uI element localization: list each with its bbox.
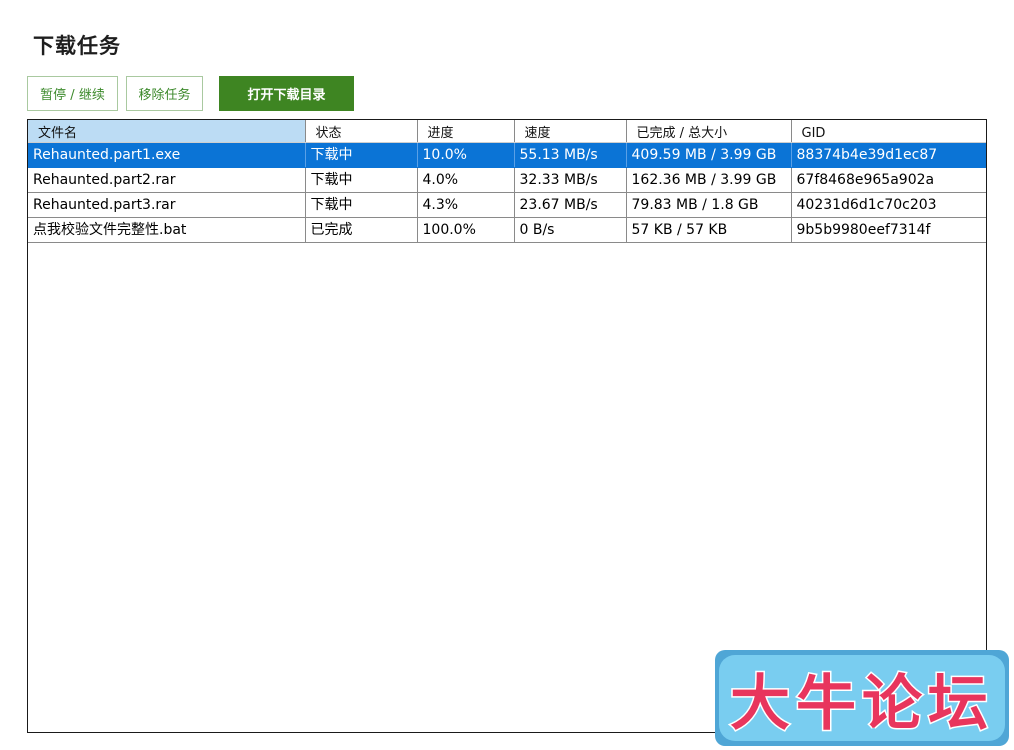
column-header-size[interactable]: 已完成 / 总大小 [626,120,792,143]
column-header-filename[interactable]: 文件名 [28,120,306,143]
cell-gid: 67f8468e965a902a [791,167,986,193]
open-download-folder-button[interactable]: 打开下载目录 [219,76,354,111]
cell-speed: 23.67 MB/s [514,192,627,218]
cell-filename: Rehaunted.part3.rar [28,192,306,218]
cell-speed: 0 B/s [514,217,627,243]
column-header-speed[interactable]: 速度 [514,120,627,143]
column-header-progress[interactable]: 进度 [417,120,515,143]
cell-progress: 4.0% [417,167,515,193]
cell-gid: 88374b4e39d1ec87 [791,142,986,168]
column-header-gid[interactable]: GID [791,120,986,143]
forum-watermark-logo: 大牛论坛 [715,650,1009,746]
cell-size: 57 KB / 57 KB [626,217,792,243]
cell-progress: 100.0% [417,217,515,243]
cell-filename: 点我校验文件完整性.bat [28,217,306,243]
cell-status: 已完成 [305,217,418,243]
column-header-label: 进度 [427,126,454,139]
pause-resume-button[interactable]: 暂停 / 继续 [27,76,118,111]
task-table: 文件名 状态 进度 速度 已完成 / 总大小 GID Rehaunted.par… [28,120,986,243]
cell-size: 79.83 MB / 1.8 GB [626,192,792,218]
cell-speed: 32.33 MB/s [514,167,627,193]
cell-gid: 40231d6d1c70c203 [791,192,986,218]
table-row[interactable]: Rehaunted.part2.rar 下载中 4.0% 32.33 MB/s … [28,167,986,193]
cell-progress: 4.3% [417,192,515,218]
watermark-badge: 大牛论坛 [719,655,1005,741]
page-title: 下载任务 [33,34,121,58]
download-task-table: 文件名 状态 进度 速度 已完成 / 总大小 GID Rehaunted.par… [27,119,987,733]
cell-filename: Rehaunted.part2.rar [28,167,306,193]
remove-task-button[interactable]: 移除任务 [126,76,203,111]
column-header-label: 状态 [315,126,342,139]
column-header-label: GID [801,126,826,139]
table-row[interactable]: Rehaunted.part1.exe 下载中 10.0% 55.13 MB/s… [28,142,986,168]
watermark-text: 大牛论坛 [729,667,994,740]
table-row[interactable]: Rehaunted.part3.rar 下载中 4.3% 23.67 MB/s … [28,192,986,218]
cell-progress: 10.0% [417,142,515,168]
column-header-label: 已完成 / 总大小 [636,126,728,139]
table-header-row: 文件名 状态 进度 速度 已完成 / 总大小 GID [28,120,986,143]
column-header-status[interactable]: 状态 [305,120,418,143]
cell-size: 162.36 MB / 3.99 GB [626,167,792,193]
cell-status: 下载中 [305,167,418,193]
table-row[interactable]: 点我校验文件完整性.bat 已完成 100.0% 0 B/s 57 KB / 5… [28,217,986,243]
cell-gid: 9b5b9980eef7314f [791,217,986,243]
column-header-label: 文件名 [38,126,78,139]
cell-speed: 55.13 MB/s [514,142,627,168]
cell-size: 409.59 MB / 3.99 GB [626,142,792,168]
column-header-label: 速度 [524,126,551,139]
cell-status: 下载中 [305,192,418,218]
cell-status: 下载中 [305,142,418,168]
cell-filename: Rehaunted.part1.exe [28,142,306,168]
